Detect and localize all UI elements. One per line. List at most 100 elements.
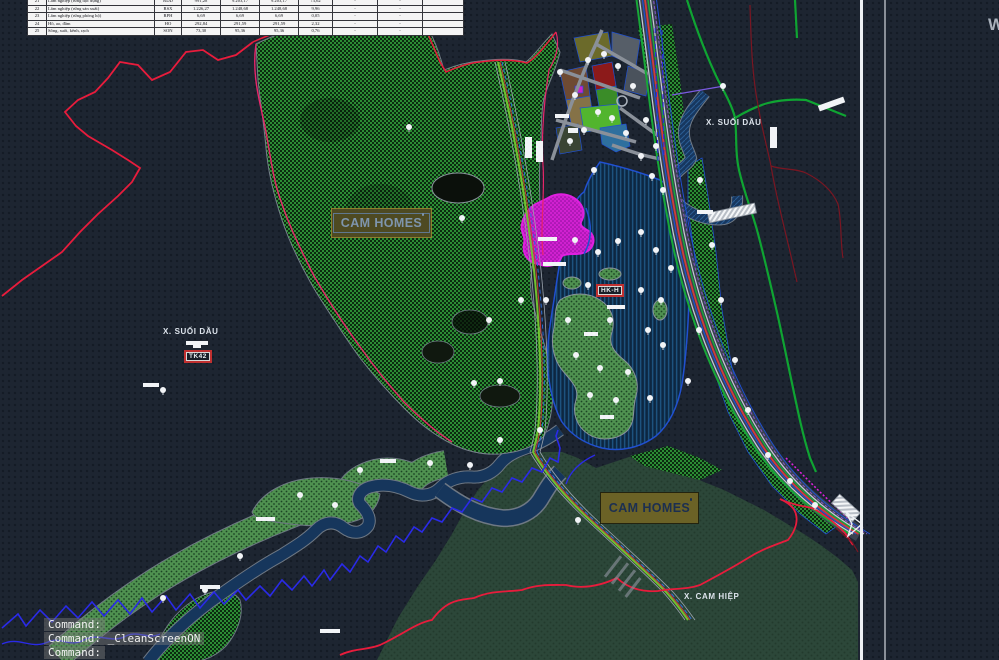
tree-marker bbox=[647, 395, 653, 401]
map-label-bar bbox=[320, 629, 340, 633]
tree-marker bbox=[575, 517, 581, 523]
map-canvas[interactable] bbox=[0, 0, 999, 660]
tree-marker bbox=[732, 357, 738, 363]
map-label-bar bbox=[193, 345, 201, 348]
tree-marker bbox=[595, 249, 601, 255]
map-label-bar bbox=[697, 210, 713, 214]
tree-marker bbox=[660, 187, 666, 193]
tree-marker bbox=[160, 595, 166, 601]
tree-marker bbox=[653, 143, 659, 149]
tree-marker bbox=[585, 57, 591, 63]
tree-marker bbox=[649, 173, 655, 179]
ref-box-hkh: HK-H bbox=[596, 284, 624, 297]
map-label-bar bbox=[256, 517, 275, 521]
map-label-bar bbox=[770, 127, 777, 148]
map-label-bar bbox=[538, 237, 557, 241]
tree-marker bbox=[718, 297, 724, 303]
riverside-green-band bbox=[58, 464, 446, 660]
tree-marker bbox=[685, 378, 691, 384]
tree-marker bbox=[406, 124, 412, 130]
tree-marker bbox=[625, 369, 631, 375]
map-label-bar bbox=[536, 141, 543, 162]
tree-marker bbox=[497, 378, 503, 384]
landuse-table-body: 21Lâm nghiệp (rừng đặc dụng)RDD991,289.2… bbox=[28, 0, 464, 35]
tree-marker bbox=[812, 502, 818, 508]
tree-marker bbox=[609, 115, 615, 121]
tree-marker bbox=[638, 229, 644, 235]
viewport-frame-line-white bbox=[860, 0, 863, 660]
tree-marker bbox=[518, 297, 524, 303]
tree-marker bbox=[573, 352, 579, 358]
map-label-bar bbox=[600, 415, 614, 419]
ref-box-tk42: TK42 bbox=[184, 350, 212, 363]
cam-homes-label-south: CAM HOMES bbox=[600, 492, 699, 524]
tree-marker bbox=[643, 117, 649, 123]
label-dot bbox=[422, 213, 425, 216]
landuse-table: 21Lâm nghiệp (rừng đặc dụng)RDD991,289.2… bbox=[27, 0, 464, 36]
viewport-frame-line-gray bbox=[884, 0, 886, 660]
tree-marker bbox=[459, 215, 465, 221]
tree-marker bbox=[567, 138, 573, 144]
tree-marker bbox=[297, 492, 303, 498]
map-label-bar bbox=[186, 341, 208, 345]
clipped-corner-letter: W bbox=[988, 15, 999, 35]
tree-marker bbox=[653, 247, 659, 253]
command-history-line-2: Command: _CleanScreenON bbox=[44, 632, 204, 645]
tree-marker bbox=[615, 63, 621, 69]
tree-marker bbox=[543, 297, 549, 303]
command-prompt-input[interactable]: Command: bbox=[44, 646, 105, 659]
tree-marker bbox=[202, 587, 208, 593]
tree-marker bbox=[537, 427, 543, 433]
tree-marker bbox=[638, 287, 644, 293]
map-label-bar bbox=[568, 128, 578, 133]
tree-marker bbox=[591, 167, 597, 173]
commune-label-suoi-dau-east: X. SUỐI DẦU bbox=[706, 118, 762, 127]
tree-marker bbox=[557, 69, 563, 75]
tree-marker bbox=[427, 460, 433, 466]
label-dot bbox=[690, 498, 693, 501]
tree-marker bbox=[587, 392, 593, 398]
tree-marker bbox=[638, 153, 644, 159]
tree-marker bbox=[660, 342, 666, 348]
map-label-bar bbox=[543, 262, 566, 266]
tree-marker bbox=[486, 317, 492, 323]
tree-marker bbox=[160, 387, 166, 393]
map-label-bar bbox=[380, 459, 396, 463]
table-row: 24Hồ, ao, đầmHO292,84291,59291,592,32-- bbox=[28, 20, 464, 28]
autocad-viewport[interactable]: 21Lâm nghiệp (rừng đặc dụng)RDD991,289.2… bbox=[0, 0, 999, 660]
tree-marker bbox=[720, 83, 726, 89]
command-history-line-1: Command: bbox=[44, 618, 105, 631]
cam-homes-text: CAM HOMES bbox=[609, 501, 690, 515]
cam-homes-text: CAM HOMES bbox=[341, 216, 422, 230]
commune-label-suoi-dau-west: X. SUỐI DẦU bbox=[163, 327, 219, 336]
tree-marker bbox=[467, 462, 473, 468]
table-row: 25Sông, suối, kênh, rạchSON73,3095,3695,… bbox=[28, 28, 464, 36]
tree-marker bbox=[709, 242, 715, 248]
map-label-bar bbox=[584, 332, 598, 336]
tree-marker bbox=[607, 317, 613, 323]
tree-marker bbox=[697, 177, 703, 183]
urban-zoning-blocks bbox=[556, 32, 650, 154]
tree-marker bbox=[745, 407, 751, 413]
tree-marker bbox=[572, 92, 578, 98]
table-row: 23Lâm nghiệp (rừng phòng hộ)RPH6,696,696… bbox=[28, 13, 464, 21]
tree-marker bbox=[668, 265, 674, 271]
tree-marker bbox=[597, 365, 603, 371]
tree-marker bbox=[497, 437, 503, 443]
map-label-bar bbox=[143, 383, 159, 387]
tree-marker bbox=[237, 553, 243, 559]
tree-marker bbox=[357, 467, 363, 473]
tree-marker bbox=[613, 397, 619, 403]
tree-marker bbox=[471, 380, 477, 386]
tree-marker bbox=[572, 237, 578, 243]
tree-marker bbox=[623, 130, 629, 136]
tree-marker bbox=[765, 452, 771, 458]
map-label-bar bbox=[525, 137, 532, 158]
tree-marker bbox=[658, 297, 664, 303]
table-row: 22Lâm nghiệp (rừng sản xuất)RSX1.226,271… bbox=[28, 5, 464, 13]
tree-marker bbox=[565, 317, 571, 323]
tree-marker bbox=[630, 83, 636, 89]
tree-marker bbox=[332, 502, 338, 508]
tree-marker bbox=[787, 478, 793, 484]
tree-marker bbox=[601, 51, 607, 57]
